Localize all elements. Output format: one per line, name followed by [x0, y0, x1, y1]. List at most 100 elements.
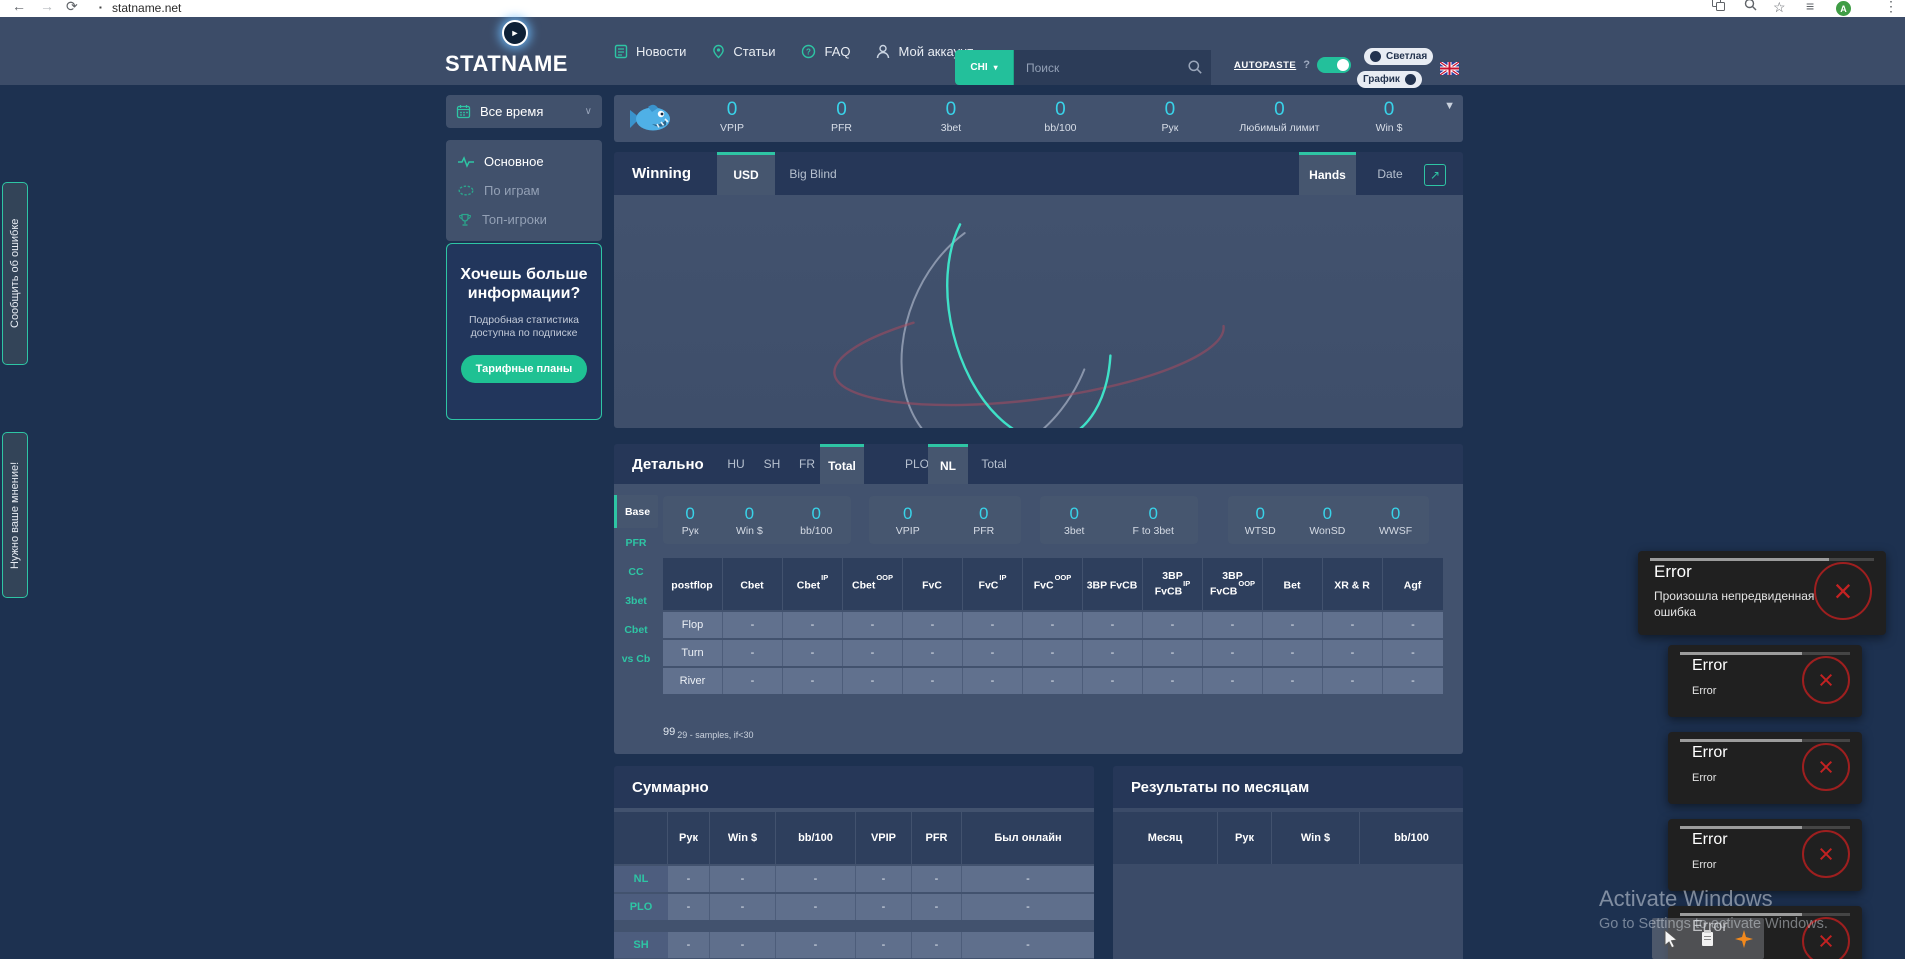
column-header: 3BP FvCB — [1083, 558, 1143, 610]
stat-value: 0 — [945, 99, 957, 120]
site-header: ► STATNAME Новости Статьи ? FAQ Мой акка… — [0, 17, 1905, 88]
toggle-knob — [1336, 59, 1349, 71]
toast-message: Произошла непредвиденная ошибка — [1654, 589, 1815, 619]
error-toast[interactable]: Error Error × — [1668, 732, 1862, 804]
table-cell: - — [1323, 668, 1383, 694]
sidebar-item-main[interactable]: Основное — [446, 147, 602, 176]
row-label: Flop — [663, 612, 723, 638]
table-cell: - — [903, 668, 963, 694]
statbar-collapse-caret-icon[interactable]: ▼ — [1444, 100, 1455, 112]
nav-faq[interactable]: ? FAQ — [801, 44, 850, 59]
promo-title: Хочешь больше информации? — [460, 266, 588, 302]
address-bar[interactable]: statname.net — [112, 1, 181, 15]
stat-item: 0 PFR — [801, 99, 881, 134]
table-cell: - — [1323, 640, 1383, 666]
tab-base[interactable]: Base — [614, 495, 658, 528]
column-header: Win $ — [1272, 812, 1360, 864]
column-header: XR & R — [1323, 558, 1383, 610]
row-label[interactable]: PLO — [614, 894, 668, 920]
translate-icon[interactable] — [1712, 0, 1725, 11]
close-icon[interactable]: × — [1802, 830, 1850, 878]
svg-text:?: ? — [807, 47, 812, 56]
stat-label: Рук — [1161, 122, 1179, 134]
table-cell: - — [668, 866, 710, 892]
nav-news[interactable]: Новости — [614, 44, 686, 59]
clipboard-icon — [1702, 929, 1713, 946]
feedback-tab[interactable]: Нужно ваше мнение! — [2, 432, 28, 598]
error-toast[interactable]: Error Error × — [1668, 819, 1862, 891]
close-icon[interactable]: × — [1814, 562, 1872, 620]
toast-title: Error — [1692, 831, 1728, 848]
stat-value: 0 — [1055, 99, 1066, 120]
theme-toggle[interactable]: Светлая — [1364, 48, 1434, 65]
column-header: 3BP FvCBOOP — [1203, 558, 1263, 610]
tab-hands[interactable]: Hands — [1299, 152, 1356, 195]
stat-item: 0 3bet — [911, 99, 991, 134]
report-bug-tab[interactable]: Сообщить об ошибке — [2, 182, 28, 365]
browser-menu-kebab-icon[interactable]: ⋮ — [1884, 0, 1898, 15]
tab-game-total[interactable]: Total — [972, 444, 1016, 484]
tab-date[interactable]: Date — [1372, 152, 1408, 195]
search-icon[interactable] — [1187, 59, 1203, 75]
close-icon[interactable]: × — [1802, 917, 1850, 959]
site-info-icon[interactable]: ▪ — [99, 3, 102, 12]
table-cell: - — [723, 612, 783, 638]
browser-back-icon[interactable]: ← — [12, 0, 26, 14]
sidebar-item-games[interactable]: По играм — [446, 176, 602, 205]
stat-group-preflop: 0 VPIP 0 PFR — [869, 496, 1021, 544]
tab-cbet[interactable]: Cbet — [614, 615, 658, 644]
tab-fr[interactable]: FR — [792, 444, 822, 484]
column-header: CbetOOP — [843, 558, 903, 610]
close-icon[interactable]: × — [1802, 743, 1850, 791]
error-toast[interactable]: Error Error × — [1668, 645, 1862, 717]
stat-item: 0 Win $ — [1349, 99, 1429, 134]
room-select-button[interactable]: CHI ▾ — [955, 50, 1014, 85]
tab-big-blind[interactable]: Big Blind — [784, 152, 842, 195]
close-icon[interactable]: × — [1802, 656, 1850, 704]
autopaste-help-icon[interactable]: ? — [1303, 59, 1310, 71]
tab-3bet[interactable]: 3bet — [614, 586, 658, 615]
tab-nl[interactable]: NL — [928, 444, 968, 484]
table-cell: - — [710, 932, 776, 958]
sidebar-item-top-players[interactable]: Топ-игроки — [446, 205, 602, 234]
tab-vs-cb[interactable]: vs Cb — [614, 644, 658, 673]
pricing-plans-button[interactable]: Тарифные планы — [460, 355, 588, 383]
language-flag-icon[interactable] — [1440, 62, 1459, 75]
stat-item: 0 Любимый лимит — [1239, 99, 1319, 134]
tab-usd[interactable]: USD — [717, 152, 775, 195]
bookmark-star-icon[interactable]: ☆ — [1773, 0, 1786, 16]
tab-hu[interactable]: HU — [720, 444, 752, 484]
autopaste-toggle[interactable] — [1316, 57, 1351, 73]
stat-items: 0 VPIP 0 PFR 0 3bet 0 bb/100 0 Рук 0 Люб… — [692, 99, 1429, 134]
poker-table-icon — [458, 185, 474, 196]
stat-item: 0 WWSF — [1378, 503, 1413, 537]
tab-format-total[interactable]: Total — [820, 444, 864, 484]
table-cell: - — [963, 668, 1023, 694]
browser-reload-icon[interactable]: ⟳ — [66, 0, 78, 15]
search-input[interactable] — [1014, 50, 1211, 85]
row-label[interactable]: NL — [614, 866, 668, 892]
stat-item: 0 bb/100 — [800, 503, 833, 537]
reading-list-icon[interactable]: ≡ — [1806, 0, 1814, 14]
row-label[interactable]: SH — [614, 932, 668, 958]
tab-sh[interactable]: SH — [756, 444, 788, 484]
browser-profile-avatar[interactable]: A — [1836, 1, 1851, 16]
zoom-icon[interactable] — [1744, 0, 1757, 11]
browser-forward-icon[interactable]: → — [40, 0, 54, 14]
period-select[interactable]: Все время ∨ — [446, 95, 602, 128]
column-header: FvC — [903, 558, 963, 610]
tab-cc[interactable]: CC — [614, 557, 658, 586]
table-cell: - — [723, 668, 783, 694]
table-row: NL ------ — [614, 866, 1094, 892]
table-cell: - — [1383, 612, 1443, 638]
nav-articles[interactable]: Статьи — [712, 44, 775, 59]
table-cell: - — [843, 668, 903, 694]
tab-pfr[interactable]: PFR — [614, 528, 658, 557]
error-toast[interactable]: Error Произошла непредвиденная ошибка × — [1638, 551, 1886, 635]
stat-label: 3bet — [940, 122, 962, 134]
autopaste-label[interactable]: AUTOPASTE — [1234, 60, 1296, 71]
table-cell: - — [912, 894, 962, 920]
expand-chart-icon[interactable]: ↗ — [1424, 164, 1446, 186]
logo[interactable]: ► STATNAME — [445, 20, 585, 82]
graph-toggle[interactable]: График — [1357, 71, 1422, 88]
